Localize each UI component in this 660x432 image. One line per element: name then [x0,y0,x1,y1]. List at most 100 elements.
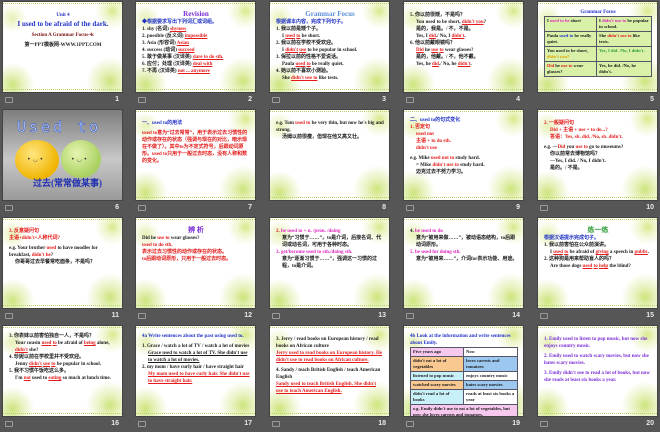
slide-thumbnail-19[interactable]: 4b Look at the information and write sen… [404,326,523,416]
text-run: wear glasses? [443,48,474,53]
slide-thumbnail-1[interactable]: Unit 4 I used to be afraid of the dark. Se… [3,2,122,92]
slide-text-line: Your cousin used to be afraid of being a… [9,340,117,354]
slide-text-line: 主语+didn't+人称代词? [9,235,117,242]
slide-thumbnail-11[interactable]: 3. 反意疑问句 主语+didn't+人称代词? e.g. Your brother… [3,218,122,308]
slide-text-line: You used to be short, didn't you? [410,19,518,26]
animation-icon[interactable] [138,421,146,427]
animation-icon[interactable] [138,97,146,103]
slide-thumbnail-6[interactable]: • ◡ • • ◡ • Used to 过去(常常做某事) [3,110,122,200]
text-run: Unit 4 [56,13,70,18]
slide-text-line: used not [410,131,518,138]
slide-thumbnail-18[interactable]: 3. Jerry / read books on European histor… [270,326,389,416]
text-run: ./ No, I [435,34,452,39]
text-run: used [46,246,57,251]
slide-text-line: 2. possible (反义词) impossible [142,33,250,40]
slide-thumbnail-7[interactable]: 一、used to的用法 used to意为“过去常常”，用于表示过去习惯性的动作… [136,110,255,200]
slide-number: 13 [378,312,386,319]
text-run: 辨 析 [188,226,204,234]
slide-text-line: 4. Sandy / teach British English / teach… [276,367,384,381]
slide-text-line: Yes, I did./ No, I didn't. [410,33,518,40]
slide-thumbnail-13[interactable]: 2. be used to + n. /pron. /doing 意为“习惯于……… [270,218,389,308]
animation-icon[interactable] [5,313,13,319]
text-run: impossible [184,34,208,39]
table-row: I used to be short I didn't use to be pop… [543,16,652,32]
animation-icon[interactable] [5,97,13,103]
text-run: enjoys country music [466,373,508,378]
animation-icon[interactable] [540,421,548,427]
text-run: giving [595,250,609,255]
slide-text-line: = Mike didn't use to study hard. [410,162,518,169]
slide-text-line: 主语 + to do sth. [410,138,518,145]
slide-thumbnail-2[interactable]: Revision ◆根据要求写出下列词汇或词组。 1. shy (名词) shyne… [136,2,255,92]
text-run: so much at lunch time. [61,376,111,381]
text-run: Did [416,48,424,53]
text-run: public [634,250,648,255]
animation-icon[interactable] [406,313,414,319]
table-cell: Did he use to wear glasses? [543,61,598,77]
text-run: 主语+didn't+人称代词? [9,236,60,241]
slide-thumbnail-16[interactable]: 3. 你表妹以前害怕独自一人，不是吗？ Your cousin used to b… [3,326,122,416]
slide-thumbnail-3[interactable]: Grammar Focus 根据课本内容，完成下列句子。 1. 我以前是矮个子。 I … [270,2,389,92]
text-run: . [647,250,650,255]
animation-icon[interactable] [5,205,13,211]
text-run: like tests. [317,76,339,81]
animation-icon[interactable] [138,205,146,211]
slide-text-line: 第一PPT模板网-WWW.1PPT.COM [9,42,117,49]
animation-icon[interactable] [138,313,146,319]
slide-thumbnail-12[interactable]: 辨 析 Did he use to wear glasses? used to do… [136,218,255,308]
text-run: 是的，我是。/ 不，不是。 [416,27,474,32]
text-run: used [285,34,295,39]
slide-thumbnail-14[interactable]: 4. be used to do 意为“被用来做……”，被动语态结构，to后跟动词… [404,218,523,308]
text-run: be afraid of [56,341,84,346]
text-run: used not to [430,156,455,161]
slide-text-line: Unit 4 [9,12,117,19]
slide-number: 10 [646,204,654,211]
text-run: to后跟动词原形，只用于一般过去时态。 [142,257,232,262]
text-run: 2. 这种狗是用来帮助盲人的吗？ [544,257,615,262]
animation-icon[interactable] [272,421,280,427]
slide-thumbnail-4[interactable]: 5. 你以前很矮，不是吗？ You used to be short, didn'… [404,2,523,92]
slide-content: e.g. Tom used to be very thin, but now h… [276,117,384,141]
slide-thumbnail-17[interactable]: 4a Write sentences about the past using … [136,326,255,416]
text-run: didn't read a lot of books [413,391,450,402]
text-run: —Yes, I did. / No, I didn't. [550,159,606,164]
slide-content: 2. 一般疑问句 Did + 主语 + use + to do...? 答语：Yes… [544,117,652,172]
text-run: didn't he [31,253,51,258]
slide-thumbnail-20[interactable]: 1. Emily used to listen to pop music, bu… [538,326,657,416]
animation-icon[interactable] [540,205,548,211]
text-run: 5. be used for doing sth. [410,250,461,255]
slide-text-line: 1. 否定句 [410,124,518,131]
text-run: Yes, he [416,62,432,67]
slide-content: Grammar Focus I used to be short I didn't … [543,9,652,77]
animation-icon[interactable] [540,313,548,319]
slide-thumbnail-9[interactable]: 二、used to的句式变化 1. 否定句 used not 主语 + to do … [404,110,523,200]
animation-icon[interactable] [272,313,280,319]
slide-text-line: Yes, he did./ No, he didn't. [410,61,518,68]
slide-thumbnail-8[interactable]: e.g. Tom used to be very thin, but now h… [270,110,389,200]
text-run: dare to do sth. [192,55,224,60]
animation-icon[interactable] [5,421,13,427]
text-run: . [464,34,466,39]
animation-icon[interactable] [406,97,414,103]
text-run: 答语：Yes, sb. did. /No, sb. didn't. [550,135,623,140]
text-run: didn't use to [607,33,632,38]
text-run: 你以前常去博物馆吗？ [550,152,601,157]
text-run: alone, [95,341,110,346]
animation-icon[interactable] [272,97,280,103]
table-cell: listened to pop music [409,371,465,381]
animation-icon[interactable] [406,421,414,427]
table-row: Paula used to be really quiet. She didn't… [543,31,652,47]
animation-icon[interactable] [406,205,414,211]
text-run: be used to do [415,229,443,234]
slide-table: Five years ago Now didn't eat a lot of veg… [409,347,518,416]
slide-number: 18 [378,420,386,427]
text-run: e.g. — [544,145,558,150]
slide-thumbnail-10[interactable]: 2. 一般疑问句 Did + 主语 + use + to do...? 答语：Yes… [538,110,657,200]
text-run: 意为“被用来……”，介词for表示功能、用途。 [416,257,518,262]
slide-thumbnail-15[interactable]: 练一练 根据汉语提示完成句子。 1. 我以前害怕在公众前演讲。 I used to b… [538,218,657,308]
text-run: Grace used to watch a lot of TV. She did… [148,351,248,363]
slide-text-line: 辨 析 [142,225,250,235]
slide-thumbnail-5[interactable]: Grammar Focus I used to be short I didn't … [538,2,657,92]
text-run: e.g. Your brother [9,246,47,251]
text-run: be used to + n. /pron. /doing [281,229,341,234]
